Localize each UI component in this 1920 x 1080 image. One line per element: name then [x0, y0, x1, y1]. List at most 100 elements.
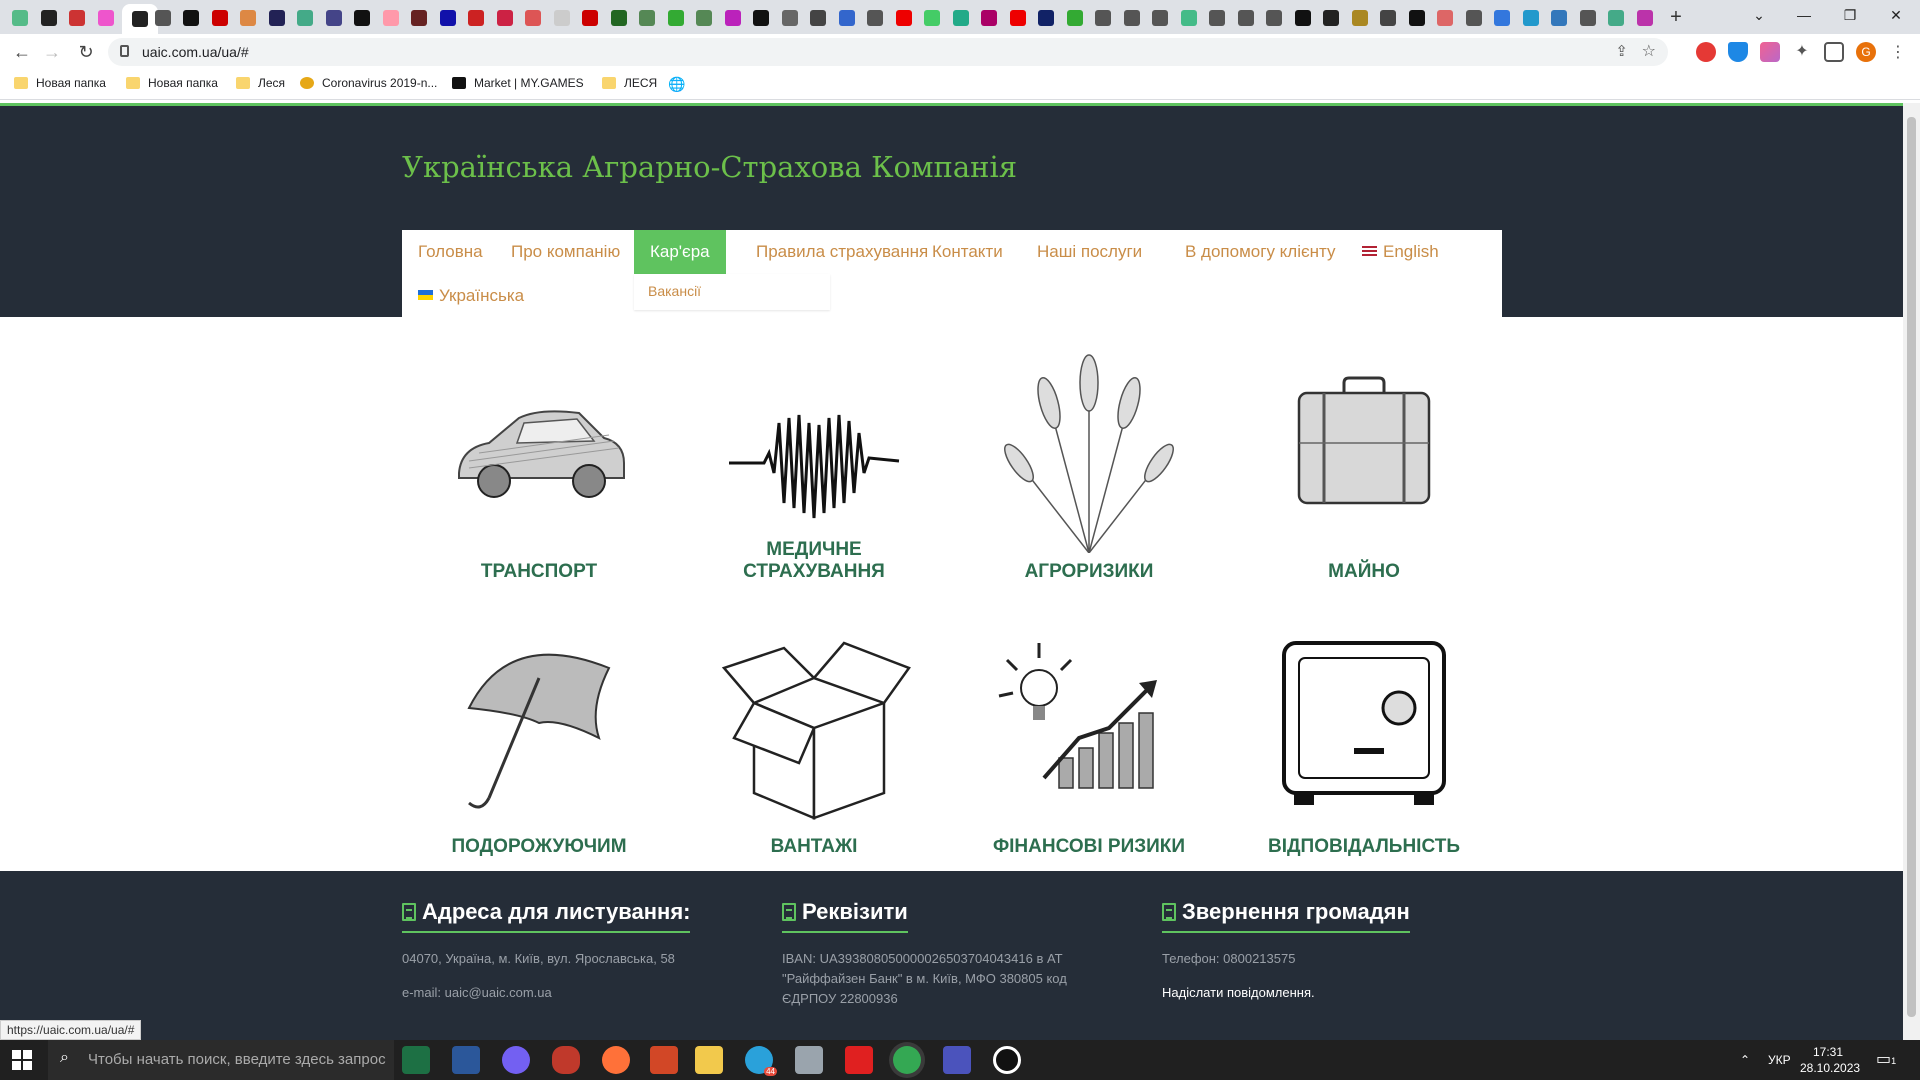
firefox-icon[interactable] [602, 1046, 630, 1074]
menu-item-help[interactable]: В допомогу клієнту [1169, 230, 1352, 274]
menu-item-services[interactable]: Наші послуги [1021, 230, 1158, 274]
menu-item-home[interactable]: Головна [402, 230, 499, 274]
menu-item-career[interactable]: Кар'єра [634, 230, 726, 274]
windows-start-icon[interactable] [12, 1050, 32, 1070]
browser-tab[interactable] [863, 6, 887, 30]
browser-tab[interactable] [635, 6, 659, 30]
browser-tab[interactable] [151, 6, 175, 30]
bookmark-star-icon[interactable]: ☆ [1642, 41, 1656, 61]
puzzle-icon[interactable]: ✦ [1792, 42, 1812, 62]
browser-tab[interactable] [949, 6, 973, 30]
browser-tab[interactable] [1205, 6, 1229, 30]
tile-travel[interactable]: ПОДОРОЖУЮЧИМ [419, 628, 659, 858]
acrobat-icon[interactable] [845, 1046, 873, 1074]
share-icon[interactable]: ⇪ [1615, 42, 1628, 60]
browser-tab[interactable] [835, 6, 859, 30]
browser-tab[interactable] [1576, 6, 1600, 30]
browser-tab[interactable] [94, 6, 118, 30]
extension-icon[interactable] [1760, 42, 1780, 62]
email-text[interactable]: e-mail: uaic@uaic.com.ua [402, 983, 732, 1003]
browser-tab[interactable] [1462, 6, 1486, 30]
new-tab-button[interactable]: + [1664, 6, 1688, 28]
browser-tab[interactable] [607, 6, 631, 30]
bookmark-item[interactable]: ЛЕСЯ [602, 76, 657, 90]
tile-agro[interactable]: АГРОРИЗИКИ [969, 353, 1209, 583]
browser-tab[interactable] [1291, 6, 1315, 30]
browser-tab[interactable] [350, 6, 374, 30]
menu-item-english[interactable]: English [1346, 230, 1455, 274]
browser-tab[interactable] [1262, 6, 1286, 30]
browser-tab[interactable] [1319, 6, 1343, 30]
taskbar-search-input[interactable]: Чтобы начать поиск, введите здесь запрос [48, 1040, 394, 1080]
browser-tab[interactable] [1034, 6, 1058, 30]
browser-tab[interactable] [179, 6, 203, 30]
excel-icon[interactable] [402, 1046, 430, 1074]
viber-icon[interactable] [502, 1046, 530, 1074]
browser-tab[interactable] [208, 6, 232, 30]
browser-tab[interactable] [1376, 6, 1400, 30]
browser-tab[interactable] [1490, 6, 1514, 30]
browser-tab[interactable] [1547, 6, 1571, 30]
tab-search-icon[interactable]: ⌄ [1735, 0, 1783, 34]
browser-tab[interactable] [920, 6, 944, 30]
menu-item-contacts[interactable]: Контакти [916, 230, 1019, 274]
minimize-button[interactable]: — [1780, 0, 1828, 34]
browser-tab[interactable] [37, 6, 61, 30]
browser-tab[interactable] [521, 6, 545, 30]
browser-tab[interactable] [1177, 6, 1201, 30]
browser-tab[interactable] [778, 6, 802, 30]
browser-tab[interactable] [977, 6, 1001, 30]
browser-tab[interactable] [65, 6, 89, 30]
menu-item-about[interactable]: Про компанію [495, 230, 636, 274]
file-explorer-icon[interactable] [695, 1046, 723, 1074]
back-icon[interactable]: ← [10, 41, 34, 65]
browser-tab[interactable] [550, 6, 574, 30]
adblock-icon[interactable] [1696, 42, 1716, 62]
page-scrollbar[interactable] [1903, 103, 1920, 1040]
clock[interactable]: 17:31 28.10.2023 [1800, 1040, 1860, 1080]
tile-medical[interactable]: МЕДИЧНЕ СТРАХУВАННЯ [694, 353, 934, 583]
bookmark-item[interactable]: Новая папка [14, 76, 106, 90]
browser-tab[interactable] [692, 6, 716, 30]
browser-tab[interactable] [1604, 6, 1628, 30]
browser-tab[interactable] [1091, 6, 1115, 30]
browser-tab[interactable] [8, 6, 32, 30]
telegram-icon[interactable]: 44 [745, 1046, 777, 1076]
address-bar[interactable]: uaic.com.ua/ua/# ⇪ ☆ [108, 38, 1668, 66]
browser-tab[interactable] [1234, 6, 1258, 30]
bookmark-item[interactable]: 🌐 [668, 76, 685, 93]
browser-tab[interactable] [464, 6, 488, 30]
browser-tab[interactable] [749, 6, 773, 30]
chevron-up-icon[interactable]: ⌃ [1740, 1040, 1750, 1080]
browser-tab[interactable] [322, 6, 346, 30]
keyboard-language[interactable]: УКР [1768, 1040, 1791, 1080]
record-icon[interactable] [993, 1046, 1021, 1074]
browser-tab[interactable] [578, 6, 602, 30]
menu-item-rules[interactable]: Правила страхування [740, 230, 944, 274]
app-icon[interactable] [795, 1046, 823, 1074]
browser-tab[interactable] [664, 6, 688, 30]
forward-icon[interactable]: → [40, 41, 64, 65]
browser-tab[interactable] [806, 6, 830, 30]
close-button[interactable]: ✕ [1872, 0, 1920, 34]
tile-cargo[interactable]: ВАНТАЖІ [694, 628, 934, 858]
side-panel-icon[interactable] [1824, 42, 1844, 62]
browser-tab[interactable] [1120, 6, 1144, 30]
browser-tab[interactable] [436, 6, 460, 30]
url-text[interactable]: uaic.com.ua/ua/# [142, 44, 249, 60]
browser-tab[interactable] [1006, 6, 1030, 30]
scrollbar-thumb[interactable] [1907, 117, 1916, 1017]
notifications-icon[interactable]: ▭1 [1876, 1040, 1896, 1080]
browser-tab[interactable] [407, 6, 431, 30]
browser-tab[interactable] [721, 6, 745, 30]
profile-avatar[interactable]: G [1856, 42, 1876, 62]
submenu-item-vacancies[interactable]: Вакансії [648, 283, 701, 299]
teams-icon[interactable] [943, 1046, 971, 1074]
tile-property[interactable]: МАЙНО [1244, 353, 1484, 583]
browser-tab[interactable] [236, 6, 260, 30]
reload-icon[interactable]: ↻ [74, 41, 98, 65]
shield-extension-icon[interactable] [1728, 42, 1748, 62]
app-icon[interactable] [552, 1046, 580, 1074]
tile-liability[interactable]: ВІДПОВІДАЛЬНІСТЬ [1244, 628, 1484, 858]
tile-financial[interactable]: ФІНАНСОВІ РИЗИКИ [969, 628, 1209, 858]
